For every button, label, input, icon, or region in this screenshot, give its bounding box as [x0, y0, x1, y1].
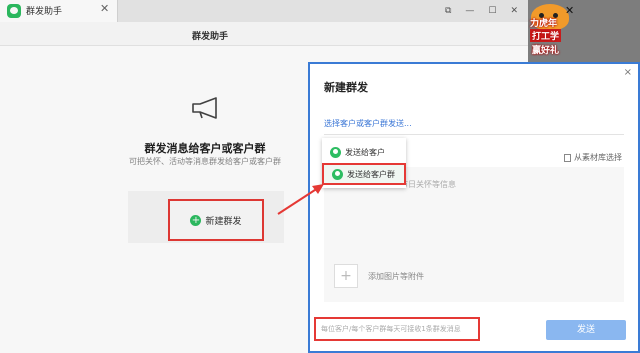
main-heading: 群发消息给客户或客户群	[144, 142, 266, 155]
footer-note: 每位客户/每个客户群每天可接收1条群发消息	[314, 317, 480, 341]
promo-line-2: 打工学	[530, 29, 562, 42]
divider	[324, 134, 624, 135]
minimize-icon[interactable]: —	[465, 6, 474, 16]
group-icon	[332, 168, 343, 180]
send-button[interactable]: 发送	[546, 320, 626, 340]
tab-title: 群发助手	[26, 7, 63, 17]
restore-icon[interactable]: ⧉	[445, 6, 451, 16]
add-attachment-button[interactable]: +	[334, 264, 358, 288]
wecom-app-icon	[7, 4, 21, 18]
dropdown-item-send-to-customer[interactable]: 发送给客户	[322, 141, 406, 163]
main-subtitle: 可把关怀、活动等消息群发给客户或客户群	[129, 157, 281, 166]
window-close-icon[interactable]: ✕	[510, 6, 518, 16]
new-mass-button[interactable]: + 新建群发	[168, 199, 264, 241]
send-target-dropdown: 发送给客户 发送给客户群	[322, 138, 406, 188]
dropdown-item-label: 发送给客户	[345, 147, 385, 157]
promo-close-icon[interactable]: ✕	[565, 4, 574, 17]
dropdown-item-label: 发送给客户群	[347, 169, 395, 179]
header-bar: 群发助手	[0, 22, 528, 46]
dialog-close-icon[interactable]: ×	[624, 67, 632, 78]
dialog-title: 新建群发	[324, 81, 368, 94]
message-placeholder: 节日关怀等信息	[400, 180, 456, 189]
person-icon	[330, 146, 341, 158]
dropdown-item-send-to-group[interactable]: 发送给客户群	[322, 163, 406, 185]
new-mass-label: 新建群发	[205, 216, 242, 227]
maximize-icon[interactable]: ☐	[488, 6, 496, 16]
document-icon	[564, 153, 571, 162]
tab-strip: 群发助手 ✕ ⧉ — ☐ ✕	[0, 0, 528, 22]
close-icon[interactable]: ✕	[100, 2, 109, 15]
add-attachment-label: 添加图片等附件	[368, 272, 424, 281]
page-title: 群发助手	[191, 32, 228, 42]
plus-circle-icon: +	[190, 214, 202, 226]
window-controls: ⧉ — ☐ ✕	[445, 0, 518, 22]
library-pick-button[interactable]: 从素材库选择	[564, 152, 622, 163]
megaphone-icon	[192, 97, 217, 119]
select-recipients-link[interactable]: 选择客户或客户群发送...	[324, 118, 412, 129]
tab-mass-assistant[interactable]: 群发助手 ✕	[0, 0, 118, 22]
promo-line-1: 力虎年	[530, 19, 558, 29]
promo-line-3: 赢好礼	[532, 46, 560, 56]
new-mass-dialog: × 新建群发 选择客户或客户群发送... 从素材库选择 节日关怀等信息 + 添加…	[308, 62, 640, 353]
library-pick-label: 从素材库选择	[574, 153, 622, 162]
